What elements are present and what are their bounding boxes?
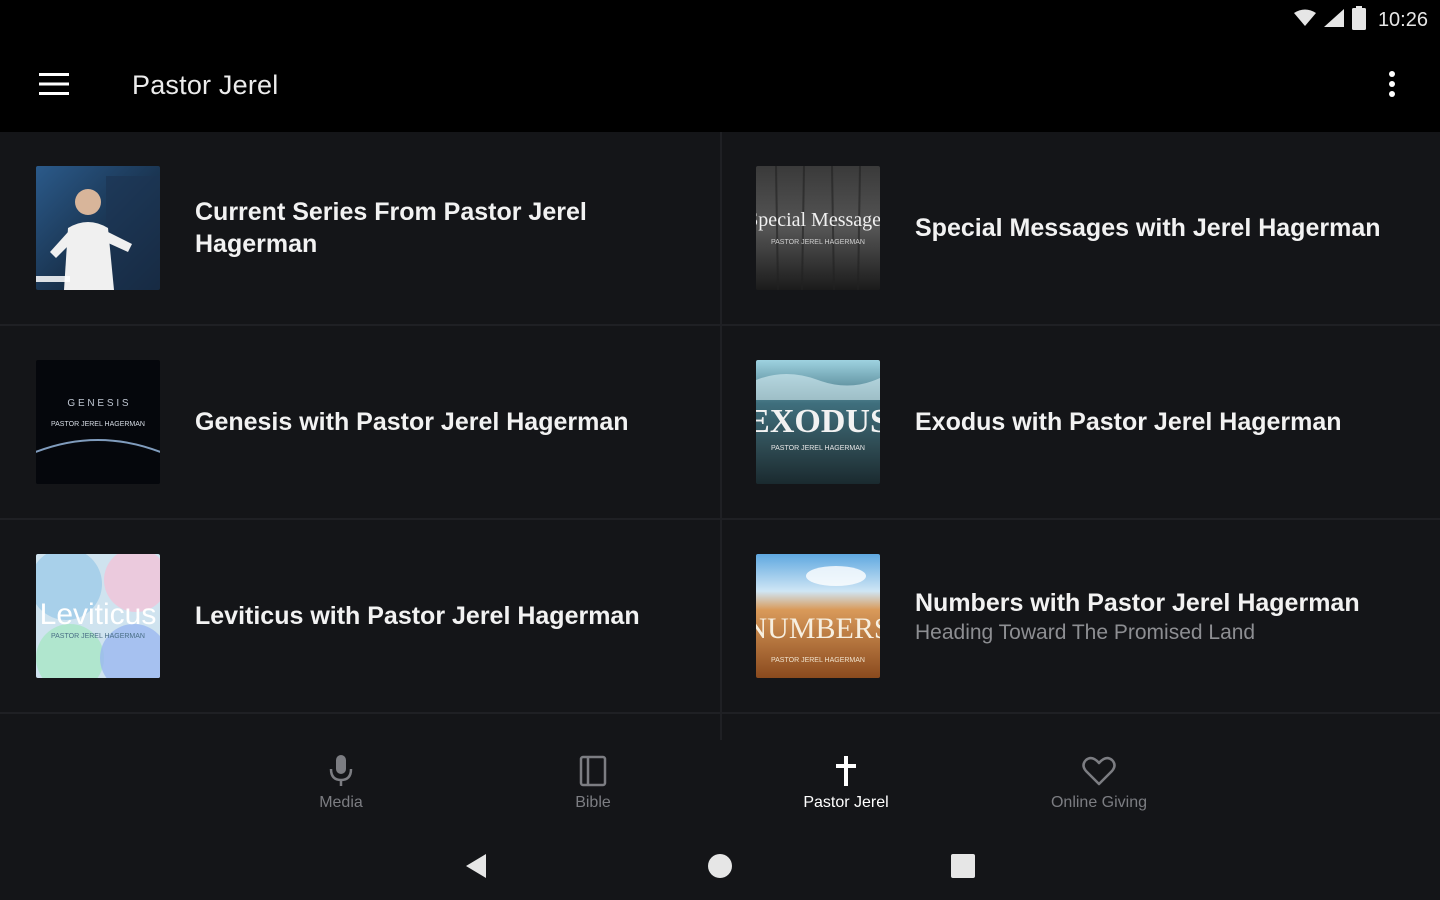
series-title: Special Messages with Jerel Hagerman: [915, 214, 1381, 242]
nav-item-media[interactable]: Media: [256, 752, 426, 822]
hamburger-menu-icon: [39, 72, 69, 100]
series-item-genesis[interactable]: G E N E S I S PASTOR JEREL HAGERMAN Gene…: [0, 326, 720, 520]
art-title: G E N E S I S: [67, 398, 128, 409]
series-title: Genesis with Pastor Jerel Hagerman: [195, 408, 629, 436]
hamburger-menu-button[interactable]: [24, 62, 84, 110]
more-vert-icon: [1389, 70, 1395, 102]
series-thumbnail: Special Messages PASTOR JEREL HAGERMAN: [756, 166, 880, 290]
home-icon: [707, 853, 733, 884]
system-navigation-bar: [0, 832, 1440, 900]
book-icon: [579, 752, 607, 790]
series-title: Leviticus with Pastor Jerel Hagerman: [195, 602, 640, 630]
art-subtitle: PASTOR JEREL HAGERMAN: [771, 239, 865, 246]
art-title: Leviticus: [40, 598, 157, 631]
home-button[interactable]: [700, 848, 740, 888]
nav-label: Media: [319, 794, 363, 811]
status-bar: 10:26: [0, 0, 1440, 40]
app-bar: Pastor Jerel: [0, 40, 1440, 132]
art-subtitle: PASTOR JEREL HAGERMAN: [771, 445, 865, 452]
series-thumbnail: EXODUS PASTOR JEREL HAGERMAN: [756, 360, 880, 484]
signal-icon: [1323, 9, 1344, 32]
back-icon: [464, 853, 488, 884]
bottom-navigation: Media Bible Pastor Jerel Online Giving: [0, 740, 1440, 832]
series-title: Numbers with Pastor Jerel Hagerman: [915, 589, 1360, 617]
series-item-exodus[interactable]: EXODUS PASTOR JEREL HAGERMAN Exodus with…: [720, 326, 1440, 520]
series-thumbnail: Leviticus PASTOR JEREL HAGERMAN: [36, 554, 160, 678]
nav-label: Bible: [575, 794, 611, 811]
recents-icon: [951, 853, 975, 883]
series-thumbnail: G E N E S I S PASTOR JEREL HAGERMAN: [36, 360, 160, 484]
art-title: Special Messages: [756, 209, 880, 231]
series-subtitle: Heading Toward The Promised Land: [915, 621, 1256, 644]
art-subtitle: PASTOR JEREL HAGERMAN: [51, 421, 145, 428]
series-thumbnail: [36, 166, 160, 290]
back-button[interactable]: [456, 848, 496, 888]
microphone-icon: [329, 752, 353, 790]
series-title: Exodus with Pastor Jerel Hagerman: [915, 408, 1342, 436]
series-grid: Current Series From Pastor Jerel Hagerma…: [0, 132, 1440, 740]
series-item-current[interactable]: Current Series From Pastor Jerel Hagerma…: [0, 132, 720, 326]
series-item-special-messages[interactable]: Special Messages PASTOR JEREL HAGERMAN S…: [720, 132, 1440, 326]
cross-icon: [835, 752, 857, 790]
art-title: EXODUS: [756, 403, 880, 440]
recents-button[interactable]: [943, 848, 983, 888]
nav-item-pastor-jerel[interactable]: Pastor Jerel: [761, 752, 931, 822]
heart-icon: [1082, 752, 1116, 790]
battery-icon: [1351, 6, 1366, 35]
art-subtitle: PASTOR JEREL HAGERMAN: [51, 633, 145, 640]
status-icons: 10:26: [1293, 6, 1428, 35]
art-title: NUMBERS: [756, 612, 880, 645]
series-thumbnail: NUMBERS PASTOR JEREL HAGERMAN: [756, 554, 880, 678]
nav-label: Pastor Jerel: [803, 794, 889, 811]
nav-item-online-giving[interactable]: Online Giving: [1014, 752, 1184, 822]
nav-item-bible[interactable]: Bible: [508, 752, 678, 822]
series-title: Current Series From Pastor Jerel Hagerma…: [195, 198, 587, 258]
series-item-numbers[interactable]: NUMBERS PASTOR JEREL HAGERMAN Numbers wi…: [720, 520, 1440, 714]
series-item-leviticus[interactable]: Leviticus PASTOR JEREL HAGERMAN Leviticu…: [0, 520, 720, 714]
nav-label: Online Giving: [1050, 794, 1148, 811]
wifi-icon: [1293, 9, 1316, 32]
status-time: 10:26: [1377, 9, 1428, 31]
overflow-menu-button[interactable]: [1368, 62, 1416, 110]
page-title: Pastor Jerel: [132, 70, 279, 100]
art-subtitle: PASTOR JEREL HAGERMAN: [771, 657, 865, 664]
